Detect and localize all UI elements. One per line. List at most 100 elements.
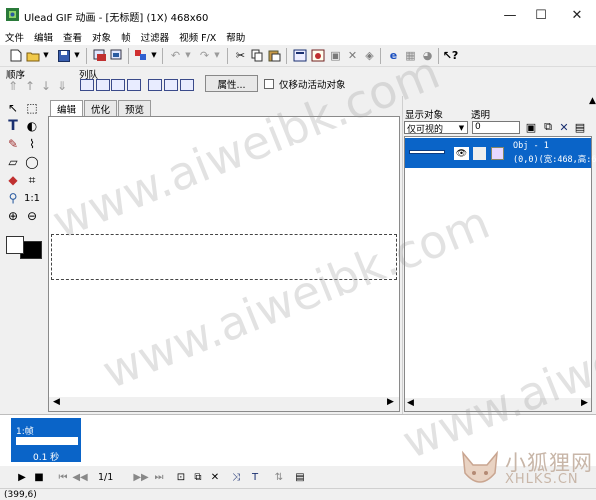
fox-logo-icon (462, 450, 498, 483)
open-file-icon[interactable] (25, 48, 40, 63)
reverse-frames-icon[interactable]: ⇅ (272, 470, 286, 484)
web-icon[interactable]: e (386, 48, 401, 63)
new-object-icon[interactable]: ▣ (524, 120, 538, 134)
dropdown-icon[interactable]: ▼ (72, 48, 82, 63)
distribute-icon[interactable] (180, 79, 194, 91)
copy-icon[interactable] (250, 48, 265, 63)
dropdown-icon[interactable]: ▼ (183, 48, 193, 63)
layer-icon[interactable]: ◈ (362, 48, 377, 63)
scroll-left-icon[interactable]: ◀ (407, 398, 414, 408)
close-button[interactable]: ✕ (562, 0, 592, 30)
align-top-icon[interactable] (127, 79, 141, 91)
align-left-icon[interactable] (80, 79, 94, 91)
tab-edit[interactable]: 编辑 (50, 100, 84, 116)
scroll-left-icon[interactable]: ◀ (53, 397, 60, 407)
dropdown-icon[interactable]: ▼ (149, 48, 159, 63)
save-icon[interactable] (56, 48, 71, 63)
align-center-icon[interactable] (96, 79, 110, 91)
move-down-icon[interactable]: ↓ (41, 79, 51, 93)
align-bottom-icon[interactable] (164, 79, 178, 91)
export-icon[interactable] (109, 48, 124, 63)
eraser-icon[interactable]: ▱ (5, 154, 21, 170)
help-pointer-icon[interactable]: ↖? (443, 48, 459, 63)
previous-frame-icon[interactable]: ◀◀ (72, 470, 87, 484)
minimize-button[interactable]: — (495, 0, 525, 30)
scroll-up-icon[interactable]: ▲ (589, 96, 596, 106)
frame-properties-icon[interactable] (310, 48, 325, 63)
dropdown-icon[interactable]: ▼ (212, 48, 222, 63)
lasso-icon[interactable]: ⌇ (24, 136, 40, 152)
next-frame-icon[interactable]: ▶▶ (133, 470, 148, 484)
eye-icon[interactable]: 👁 (454, 147, 469, 160)
bubble-icon[interactable]: ◯ (24, 154, 40, 170)
menu-frame[interactable]: 帧 (116, 28, 136, 45)
text-icon[interactable]: T (5, 118, 21, 134)
delete-icon[interactable]: ✕ (345, 48, 360, 63)
send-back-icon[interactable]: ⇓ (57, 79, 67, 93)
play-icon[interactable]: ▶ (15, 470, 29, 484)
frame-properties-icon[interactable]: ▤ (293, 470, 307, 484)
undo-icon[interactable]: ↶ (168, 48, 183, 63)
brush-icon[interactable]: ✎ (5, 136, 21, 152)
last-frame-icon[interactable]: ⏭ (152, 470, 166, 484)
gif-canvas-frame[interactable] (51, 234, 397, 280)
color-icon[interactable] (133, 48, 148, 63)
stop-icon[interactable]: ■ (32, 470, 46, 484)
pixel-icon[interactable]: 1:1 (24, 190, 40, 206)
crop-icon[interactable]: ⌗ (24, 172, 40, 188)
chevron-down-icon[interactable]: ▼ (456, 122, 467, 133)
object-list-item[interactable]: 👁 Obj - 1 (0,0)(宽:468,高:6 (405, 138, 596, 168)
menu-view[interactable]: 查看 (58, 28, 87, 45)
paste-icon[interactable] (267, 48, 282, 63)
menu-edit[interactable]: 编辑 (29, 28, 58, 45)
delete-object-icon[interactable]: ✕ (557, 120, 571, 134)
object-list-scrollbar[interactable]: ◀ ▶ (405, 398, 591, 411)
zoom-out-icon[interactable]: ⊖ (24, 208, 40, 224)
menu-file[interactable]: 文件 (0, 28, 29, 45)
bring-front-icon[interactable]: ⇑ (8, 79, 18, 93)
align-middle-icon[interactable] (148, 79, 162, 91)
zoom-in-icon[interactable]: ⊕ (5, 208, 21, 224)
new-file-icon[interactable] (8, 48, 23, 63)
transparency-input[interactable]: 0 (472, 121, 520, 134)
export-icon[interactable] (92, 48, 107, 63)
redo-icon[interactable]: ↷ (197, 48, 212, 63)
eyedropper-icon[interactable]: ⚲ (5, 190, 21, 206)
delete-frame-icon[interactable]: ✕ (208, 470, 222, 484)
scroll-right-icon[interactable]: ▶ (387, 397, 394, 407)
dropdown-icon[interactable]: ▼ (41, 48, 51, 63)
pointer-icon[interactable]: ↖ (5, 100, 21, 116)
maximize-button[interactable]: ☐ (526, 0, 556, 30)
cut-icon[interactable]: ✂ (233, 48, 248, 63)
fill-icon[interactable]: ◆ (5, 172, 21, 188)
first-frame-icon[interactable]: ⏮ (56, 470, 70, 484)
grid-icon[interactable]: ▦ (403, 48, 418, 63)
lock-icon[interactable] (473, 147, 486, 160)
web-color-icon[interactable]: ◕ (420, 48, 435, 63)
duplicate-object-icon[interactable]: ⧉ (541, 120, 555, 134)
menu-help[interactable]: 帮助 (221, 28, 250, 45)
stamp-icon[interactable]: ▣ (328, 48, 343, 63)
duplicate-frame-icon[interactable]: ⧉ (191, 470, 205, 484)
tab-preview[interactable]: 预览 (118, 100, 152, 116)
horizontal-scrollbar[interactable]: ◀ ▶ (49, 397, 399, 411)
menu-object[interactable]: 对象 (87, 28, 116, 45)
move-active-only-checkbox[interactable] (264, 79, 274, 89)
scroll-right-icon[interactable]: ▶ (581, 398, 588, 408)
foreground-color-swatch[interactable] (6, 236, 24, 254)
banner-text-icon[interactable]: T (248, 470, 262, 484)
marquee-icon[interactable]: ⬚ (24, 100, 40, 116)
properties-button[interactable]: 属性... (205, 75, 258, 92)
tween-icon[interactable]: ⤨ (229, 470, 243, 484)
move-up-icon[interactable]: ↑ (25, 79, 35, 93)
object-properties-icon[interactable]: ▤ (573, 120, 587, 134)
menu-filter[interactable]: 过滤器 (136, 28, 175, 45)
toolbar-separator (128, 48, 129, 64)
frame-icon[interactable] (292, 48, 307, 63)
object-color-icon[interactable] (491, 147, 504, 160)
menu-video-fx[interactable]: 视频 F/X (174, 28, 221, 45)
paint-icon[interactable]: ◐ (24, 118, 40, 134)
tab-optimize[interactable]: 优化 (84, 100, 118, 116)
align-right-icon[interactable] (111, 79, 125, 91)
add-frame-icon[interactable]: ⊡ (174, 470, 188, 484)
